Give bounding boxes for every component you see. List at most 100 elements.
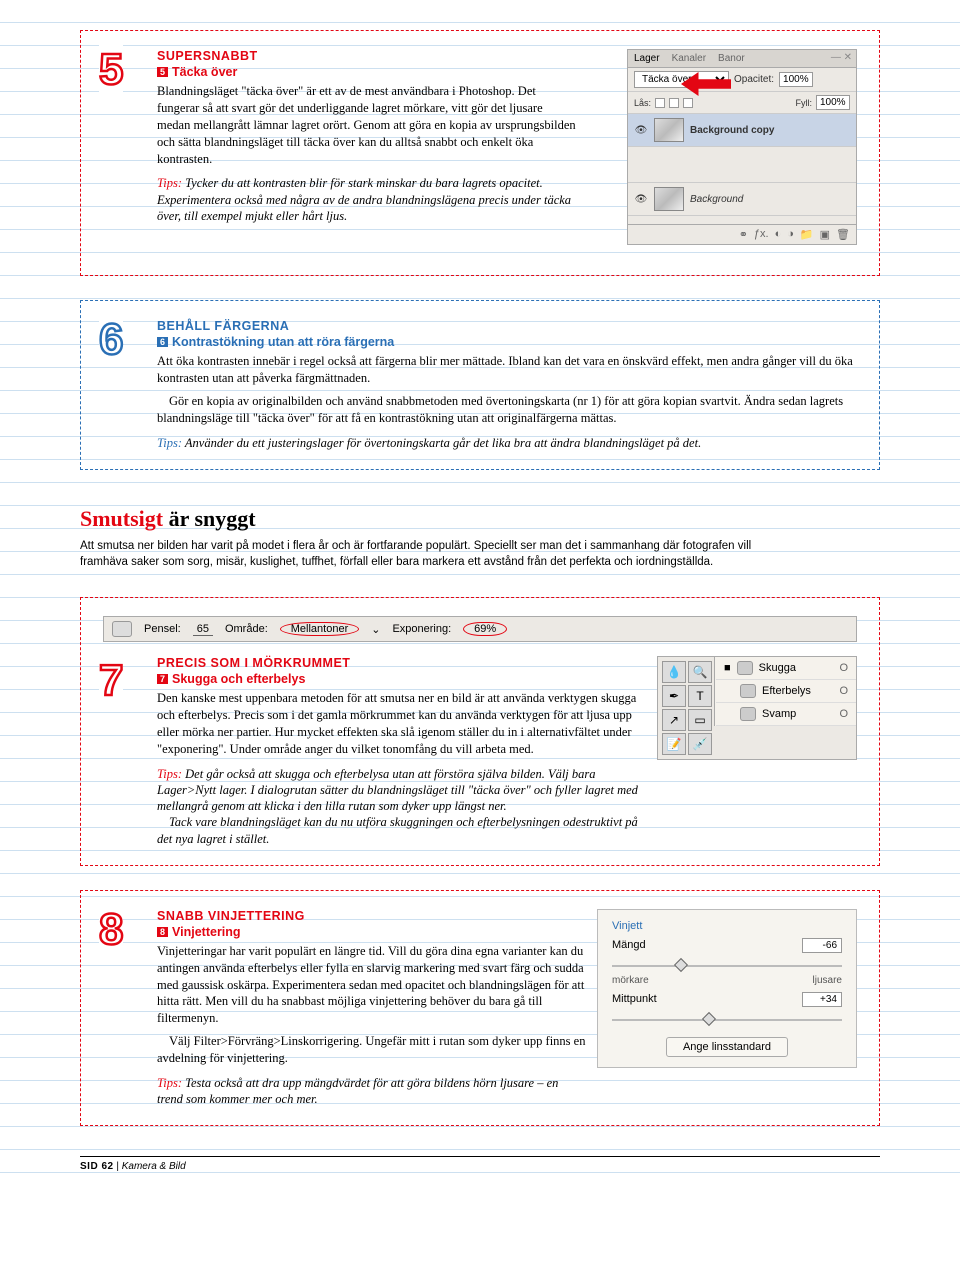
panel-gap <box>628 216 856 224</box>
exposure-label: Exponering: <box>392 623 451 635</box>
dodge-tool-icon[interactable]: 🔍 <box>688 661 712 683</box>
chevron-down-icon[interactable]: ⌄ <box>371 623 380 636</box>
tab-kanaler[interactable]: Kanaler <box>672 53 706 64</box>
tips-label: Tips: <box>157 1076 182 1090</box>
tips-label: Tips: <box>157 767 182 781</box>
tips-label: Tips: <box>157 436 182 450</box>
midpoint-label: Mittpunkt <box>612 993 657 1005</box>
fill-label: Fyll: <box>796 98 813 108</box>
range-select-circled[interactable]: Mellantoner <box>280 622 359 636</box>
layer-item-background-copy[interactable]: 👁 Background copy <box>628 114 856 147</box>
link-icon[interactable]: ⚭ <box>739 228 748 241</box>
page-footer: SID 62 | Kamera & Bild <box>80 1156 880 1172</box>
menu-efterbelys[interactable]: EfterbelysO <box>716 680 856 703</box>
section-intro: Att smutsa ner bilden har varit på modet… <box>80 538 780 571</box>
sub-number-box: 7 <box>157 674 168 684</box>
tip-number-6: 6 <box>99 315 123 365</box>
opacity-input[interactable] <box>779 72 813 87</box>
tip-7-box: Pensel: 65 Område: Mellantoner ⌄ Exponer… <box>80 597 880 866</box>
layer-spacer <box>628 147 856 183</box>
tab-banor[interactable]: Banor <box>718 53 745 64</box>
tip-6-heading: BEHÅLL FÄRGERNA <box>157 319 857 333</box>
path-tool-icon[interactable]: ↗ <box>662 709 686 731</box>
adj-icon[interactable]: ◑ <box>787 228 794 241</box>
sub-number-box: 8 <box>157 927 168 937</box>
brush-size: 65 <box>193 623 213 636</box>
tip-5-content: SUPERSNABBT 5Täcka över Blandningsläget … <box>157 49 577 224</box>
layers-panel: Lager Kanaler Banor — ✕ Täcka över Opaci… <box>627 49 857 245</box>
exposure-input-circled[interactable]: 69% <box>463 622 507 636</box>
notes-tool-icon[interactable]: 📝 <box>662 733 686 755</box>
tools-grid: 💧🔍 ✒T ↗▭ 📝💉 <box>658 657 716 759</box>
tip-7-heading: PRECIS SOM I MÖRKRUMMET <box>157 656 647 670</box>
visibility-icon[interactable]: 👁 <box>634 194 648 205</box>
tab-lager[interactable]: Lager <box>634 53 660 64</box>
tip-6-box: 6 BEHÅLL FÄRGERNA 6Kontrastökning utan a… <box>80 300 880 470</box>
lock-pixels-icon[interactable] <box>655 98 665 108</box>
menu-svamp[interactable]: SvampO <box>716 703 856 726</box>
eyedropper-tool-icon[interactable]: 💉 <box>688 733 712 755</box>
shape-tool-icon[interactable]: ▭ <box>688 709 712 731</box>
mask-icon[interactable]: ◐ <box>775 228 782 241</box>
fx-icon[interactable]: ƒx. <box>754 228 769 241</box>
amount-row: Mängd -66 <box>612 938 842 953</box>
section-smutsigt: Smutsigt är snyggt Att smutsa ner bilden… <box>80 506 880 571</box>
tip-7-body: Den kanske mest uppenbara metoden för at… <box>157 690 647 758</box>
slider-labels: mörkareljusare <box>612 975 842 986</box>
options-bar: Pensel: 65 Område: Mellantoner ⌄ Exponer… <box>103 616 857 642</box>
sponge-icon <box>740 707 756 721</box>
tips-label: Tips: <box>157 176 182 190</box>
tip-8-body: Vinjetteringar har varit populärt en län… <box>157 943 597 1067</box>
burn-icon <box>740 684 756 698</box>
lens-default-button[interactable]: Ange linsstandard <box>666 1037 788 1057</box>
trash-icon[interactable]: 🗑 <box>836 228 850 241</box>
amount-label: Mängd <box>612 939 646 951</box>
tip-5-heading: SUPERSNABBT <box>157 49 577 63</box>
tip-8-tips: Tips: Testa också att dra upp mängdvärde… <box>157 1075 597 1108</box>
tip-7-tips: Tips: Det går också att skugga och efter… <box>157 766 647 847</box>
sub-number-box: 6 <box>157 337 168 347</box>
layer-thumbnail <box>654 118 684 142</box>
lock-label: Lås: <box>634 98 651 108</box>
menu-skugga[interactable]: ■SkuggaO <box>716 657 856 680</box>
pen-tool-icon[interactable]: ✒ <box>662 685 686 707</box>
tip-number-5: 5 <box>99 45 123 95</box>
layer-name: Background <box>690 194 743 205</box>
tip-6-tips: Tips: Använder du ett justeringslager fö… <box>157 435 857 451</box>
lock-all-icon[interactable] <box>683 98 693 108</box>
panel-window-buttons[interactable]: — ✕ <box>831 52 852 63</box>
dodge-icon <box>737 661 753 675</box>
layer-name: Background copy <box>690 125 774 136</box>
blend-row: Täcka över Opacitet: <box>628 68 856 92</box>
type-tool-icon[interactable]: T <box>688 685 712 707</box>
layer-item-background[interactable]: 👁 Background <box>628 183 856 216</box>
fill-input[interactable] <box>816 95 850 110</box>
midpoint-value[interactable]: +34 <box>802 992 842 1007</box>
tip-8-subheading: 8Vinjettering <box>157 925 597 939</box>
sub-number-box: 5 <box>157 67 168 77</box>
amount-value[interactable]: -66 <box>802 938 842 953</box>
blur-tool-icon[interactable]: 💧 <box>662 661 686 683</box>
amount-slider[interactable] <box>612 959 842 973</box>
page-number: SID 62 <box>80 1161 114 1172</box>
range-label: Område: <box>225 623 268 635</box>
layers-footer: ⚭ ƒx. ◐ ◑ 📁 ▣ 🗑 <box>628 224 856 244</box>
layers-panel-tabs: Lager Kanaler Banor — ✕ <box>628 50 856 68</box>
lock-position-icon[interactable] <box>669 98 679 108</box>
new-layer-icon[interactable]: ▣ <box>820 228 830 241</box>
tip-5-body: Blandningsläget "täcka över" är ett av d… <box>157 83 577 167</box>
folder-icon[interactable]: 📁 <box>800 228 814 241</box>
tip-5-box: Lager Kanaler Banor — ✕ Täcka över Opaci… <box>80 30 880 276</box>
tip-number-7: 7 <box>99 656 123 706</box>
midpoint-slider[interactable] <box>612 1013 842 1027</box>
brush-label: Pensel: <box>144 623 181 635</box>
dot-icon: ■ <box>724 662 731 674</box>
opacity-label: Opacitet: <box>734 74 774 85</box>
vignette-panel: Vinjett Mängd -66 mörkareljusare Mittpun… <box>597 909 857 1068</box>
tip-6-body: Att öka kontrasten innebär i regel också… <box>157 353 857 427</box>
visibility-icon[interactable]: 👁 <box>634 125 648 136</box>
tip-7-content: PRECIS SOM I MÖRKRUMMET 7Skugga och efte… <box>157 656 647 847</box>
vignette-title: Vinjett <box>612 920 842 932</box>
tip-5-subheading: 5Täcka över <box>157 65 577 79</box>
tool-preset-icon[interactable] <box>112 621 132 637</box>
